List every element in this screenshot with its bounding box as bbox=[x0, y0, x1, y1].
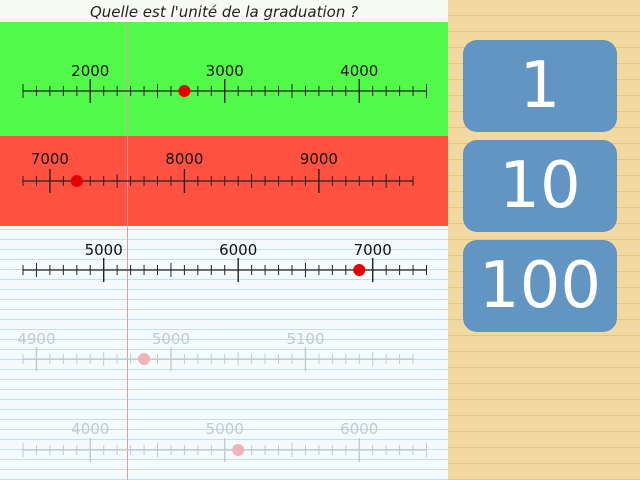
tick-label: 7000 bbox=[31, 150, 69, 168]
tick-label: 5000 bbox=[206, 420, 244, 438]
position-marker-dot bbox=[70, 175, 83, 187]
tick-label: 6000 bbox=[340, 420, 378, 438]
position-marker-dot bbox=[232, 444, 245, 456]
answer-panel: 1 10 100 bbox=[448, 0, 640, 480]
number-line-3: 5000 6000 7000 bbox=[22, 241, 427, 282]
number-lines: 2000 3000 4000 7000 8000 9000 5000 6000 7000 4900… bbox=[17, 62, 427, 462]
number-line-5: 4000 5000 6000 bbox=[22, 420, 427, 462]
tick-label: 4900 bbox=[17, 330, 55, 348]
answer-button-1[interactable]: 1 bbox=[463, 40, 617, 132]
answer-button-100[interactable]: 100 bbox=[463, 240, 617, 332]
tick-label: 6000 bbox=[219, 241, 257, 259]
number-line-2: 7000 8000 9000 bbox=[22, 150, 414, 193]
position-marker-dot bbox=[353, 264, 366, 276]
exercise-panel: Quelle est l'unité de la graduation ? 20… bbox=[0, 0, 448, 480]
tick-label: 9000 bbox=[300, 150, 338, 168]
tick-label: 4000 bbox=[71, 420, 109, 438]
tick-label: 2000 bbox=[71, 62, 109, 80]
tick-label: 7000 bbox=[354, 241, 392, 259]
tick-label: 3000 bbox=[206, 62, 244, 80]
answer-button-10[interactable]: 10 bbox=[463, 140, 617, 232]
tick-label: 4000 bbox=[340, 62, 378, 80]
position-marker-dot bbox=[138, 353, 151, 365]
number-line-4: 4900 5000 5100 bbox=[17, 330, 414, 371]
tick-label: 8000 bbox=[165, 150, 203, 168]
number-line-1: 2000 3000 4000 bbox=[22, 62, 427, 103]
tick-label: 5000 bbox=[85, 241, 123, 259]
tick-label: 5000 bbox=[152, 330, 190, 348]
tick-label: 5100 bbox=[286, 330, 324, 348]
position-marker-dot bbox=[178, 85, 191, 97]
